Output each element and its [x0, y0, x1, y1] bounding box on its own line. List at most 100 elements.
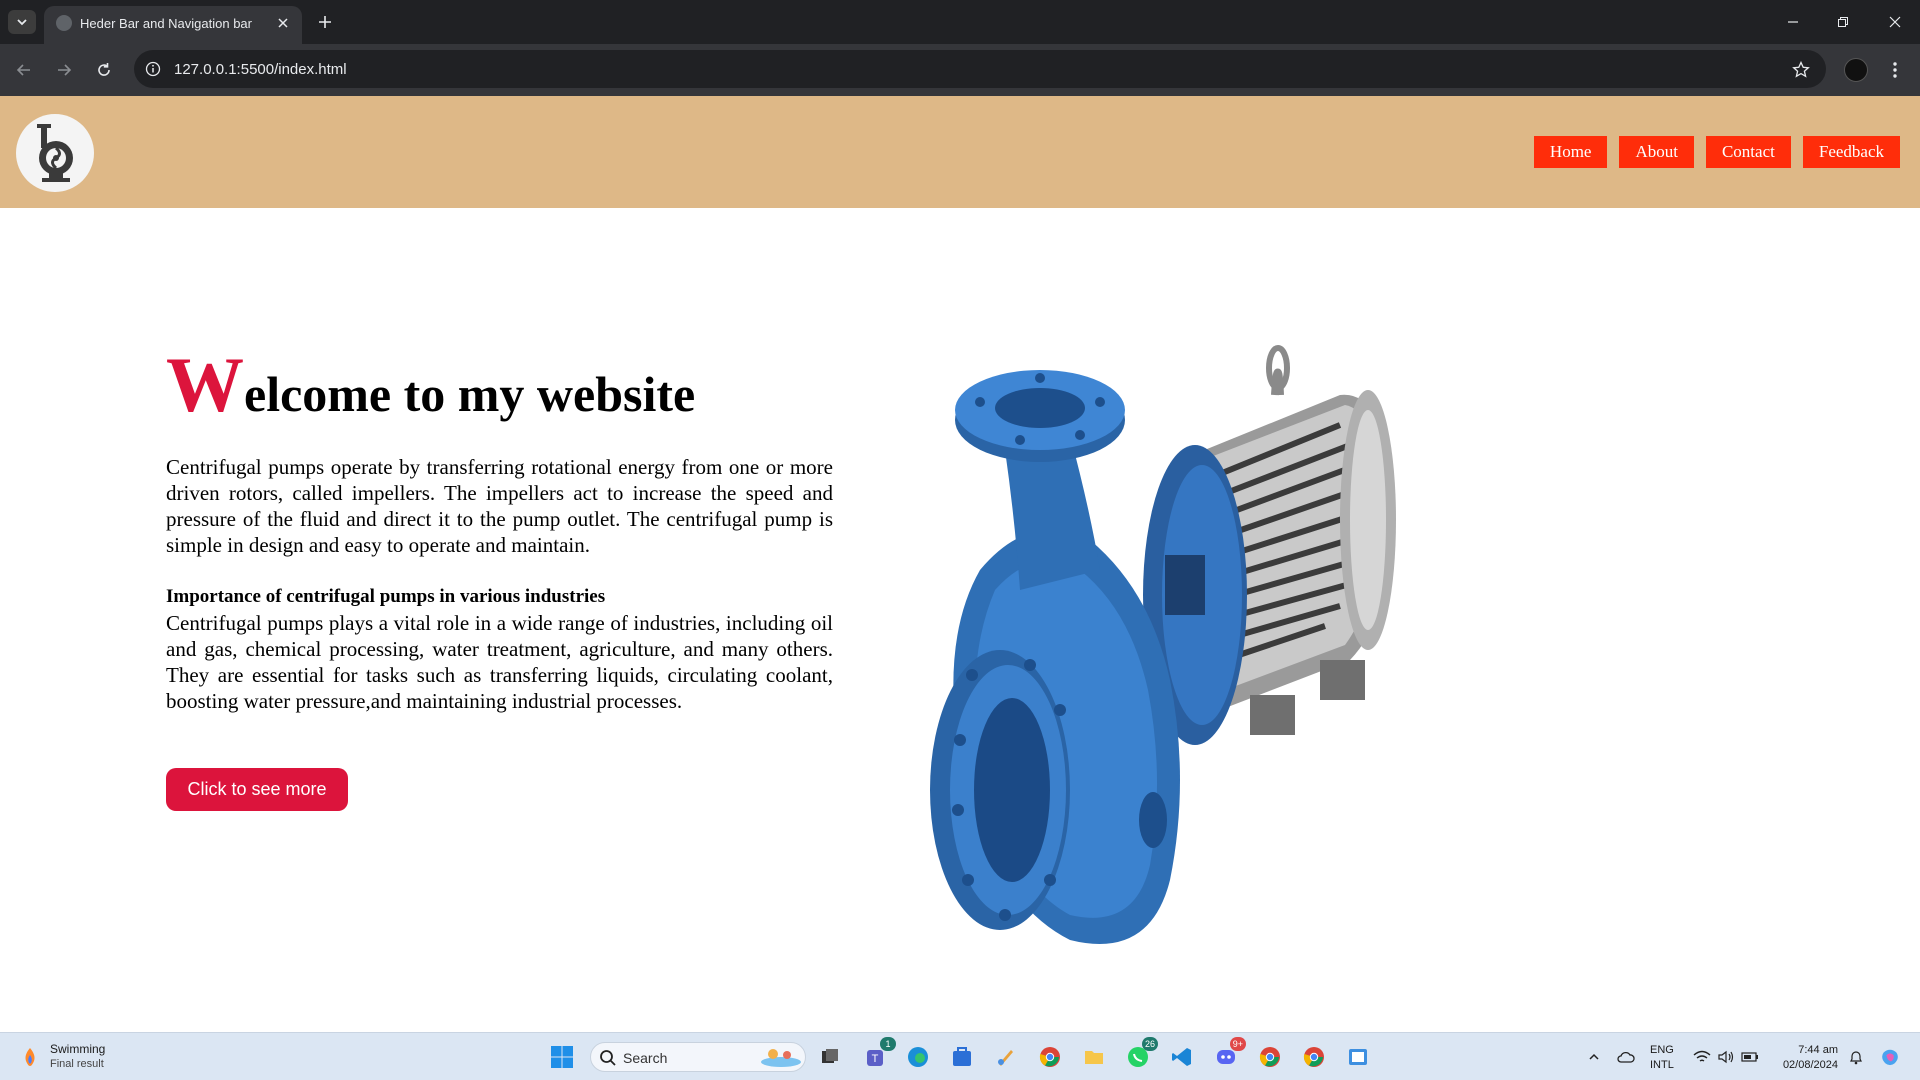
taskbar-paint[interactable]: [992, 1043, 1020, 1071]
site-info-button[interactable]: [144, 60, 162, 78]
back-button[interactable]: [11, 57, 37, 83]
arrow-right-icon: [58, 64, 72, 76]
centrifugal-pump-image: [930, 345, 1396, 944]
taskbar-file-explorer[interactable]: [1080, 1043, 1108, 1071]
star-icon: [1792, 61, 1810, 78]
more-vertical-icon: [1893, 62, 1897, 78]
taskbar-whatsapp[interactable]: 26: [1124, 1037, 1158, 1071]
close-icon: [278, 18, 288, 28]
taskbar-discord[interactable]: 9+: [1212, 1037, 1246, 1071]
search-label: Search: [623, 1050, 668, 1066]
plus-icon: [319, 16, 331, 28]
main-navigation: Home About Contact Feedback: [1533, 136, 1900, 168]
taskbar-app[interactable]: [1344, 1043, 1372, 1071]
keyboard-layout: INTL: [1650, 1059, 1674, 1071]
chrome-icon: [1259, 1047, 1280, 1067]
intro-paragraph: Centrifugal pumps operate by transferrin…: [166, 455, 833, 557]
section-subheading: Importance of centrifugal pumps in vario…: [166, 586, 606, 607]
site-header: Home About Contact Feedback: [0, 96, 1920, 208]
nav-contact[interactable]: Contact: [1705, 136, 1791, 168]
copilot-tray[interactable]: [1880, 1047, 1900, 1067]
volume-tray[interactable]: [1716, 1047, 1736, 1067]
tab-search-button[interactable]: [8, 10, 36, 34]
page-title: Welcome to my website: [166, 340, 695, 430]
taskbar-edge[interactable]: [904, 1043, 932, 1071]
tab-title: Heder Bar and Navigation bar: [80, 16, 252, 31]
cloud-icon: [1617, 1051, 1635, 1063]
globe-icon: [56, 15, 72, 31]
copilot-icon: [1882, 1049, 1898, 1066]
taskbar-task-view[interactable]: [816, 1043, 844, 1071]
onedrive-tray[interactable]: [1616, 1047, 1636, 1067]
browser-toolbar: 127.0.0.1:5500/index.html: [0, 44, 1920, 96]
chevron-up-icon: [1589, 1053, 1599, 1060]
minimize-button[interactable]: [1782, 11, 1804, 33]
flame-icon: [25, 1048, 35, 1066]
title-rest: elcome to my website: [244, 366, 696, 422]
whatsapp-badge: 26: [1141, 1037, 1158, 1051]
industries-paragraph: Centrifugal pumps plays a vital role in …: [166, 611, 833, 713]
paint-brush-icon: [998, 1050, 1013, 1066]
store-icon: [953, 1047, 971, 1066]
speaker-icon: [1718, 1050, 1734, 1064]
taskbar-chrome-active[interactable]: [1300, 1043, 1328, 1071]
profile-avatar[interactable]: [1844, 58, 1868, 82]
minimize-icon: [1788, 21, 1798, 23]
language-code: ENG: [1650, 1044, 1674, 1056]
bell-icon: [1850, 1051, 1862, 1065]
restore-icon: [1838, 17, 1848, 27]
close-icon: [1889, 16, 1901, 28]
windows-start-icon[interactable]: [550, 1045, 574, 1069]
search-icon: [600, 1050, 616, 1066]
widget-title: Swimming: [50, 1042, 106, 1056]
pump-logo[interactable]: [16, 114, 94, 192]
address-bar[interactable]: 127.0.0.1:5500/index.html: [134, 50, 1826, 88]
battery-tray[interactable]: [1740, 1047, 1760, 1067]
show-hidden-icons[interactable]: [1584, 1047, 1604, 1067]
window-icon: [1349, 1049, 1367, 1065]
tab-close-button[interactable]: [272, 12, 294, 34]
notifications-tray[interactable]: [1846, 1047, 1866, 1067]
clock-time: 7:44 am: [1798, 1044, 1838, 1056]
nav-about[interactable]: About: [1619, 136, 1694, 168]
taskbar-chrome-profile[interactable]: [1256, 1043, 1284, 1071]
browser-tab-strip: Heder Bar and Navigation bar: [0, 0, 1920, 44]
browser-menu-button[interactable]: [1884, 58, 1906, 82]
search-highlight-icon: [761, 1049, 801, 1067]
system-clock[interactable]: 7:44 am 02/08/2024: [1770, 1043, 1838, 1073]
teams-badge: 1: [880, 1037, 896, 1051]
widget-subtitle: Final result: [50, 1058, 104, 1070]
vscode-icon: [1172, 1048, 1191, 1066]
svg-text:T: T: [872, 1053, 879, 1065]
arrow-left-icon: [16, 64, 30, 76]
wifi-tray[interactable]: [1692, 1047, 1712, 1067]
language-indicator[interactable]: ENG INTL: [1650, 1043, 1674, 1073]
chrome-icon: [1303, 1047, 1324, 1067]
forward-button[interactable]: [51, 57, 77, 83]
windows-taskbar: Swimming Final result Search T 1 26 9+ E…: [0, 1032, 1920, 1080]
bookmark-button[interactable]: [1790, 59, 1812, 81]
taskbar-vscode[interactable]: [1168, 1043, 1196, 1071]
taskbar-chrome[interactable]: [1036, 1043, 1064, 1071]
taskbar-store[interactable]: [948, 1043, 976, 1071]
new-tab-button[interactable]: [314, 11, 336, 33]
battery-icon: [1741, 1052, 1758, 1062]
nav-feedback[interactable]: Feedback: [1802, 136, 1900, 168]
see-more-button[interactable]: Click to see more: [166, 768, 348, 811]
info-icon: [145, 61, 161, 77]
restore-button[interactable]: [1832, 11, 1854, 33]
taskbar-teams[interactable]: T 1: [862, 1037, 896, 1071]
folder-icon: [1085, 1051, 1103, 1064]
active-tab[interactable]: Heder Bar and Navigation bar: [44, 6, 302, 44]
pump-logo-icon: [37, 124, 73, 182]
chrome-icon: [1039, 1047, 1060, 1067]
task-view-icon: [822, 1049, 838, 1063]
chevron-down-icon: [17, 19, 27, 26]
reload-icon: [98, 63, 110, 76]
taskbar-search[interactable]: Search: [590, 1042, 806, 1072]
url-text: 127.0.0.1:5500/index.html: [174, 61, 347, 78]
close-window-button[interactable]: [1884, 11, 1906, 33]
nav-home[interactable]: Home: [1533, 136, 1608, 168]
discord-badge: 9+: [1229, 1037, 1246, 1051]
reload-button[interactable]: [91, 57, 117, 83]
